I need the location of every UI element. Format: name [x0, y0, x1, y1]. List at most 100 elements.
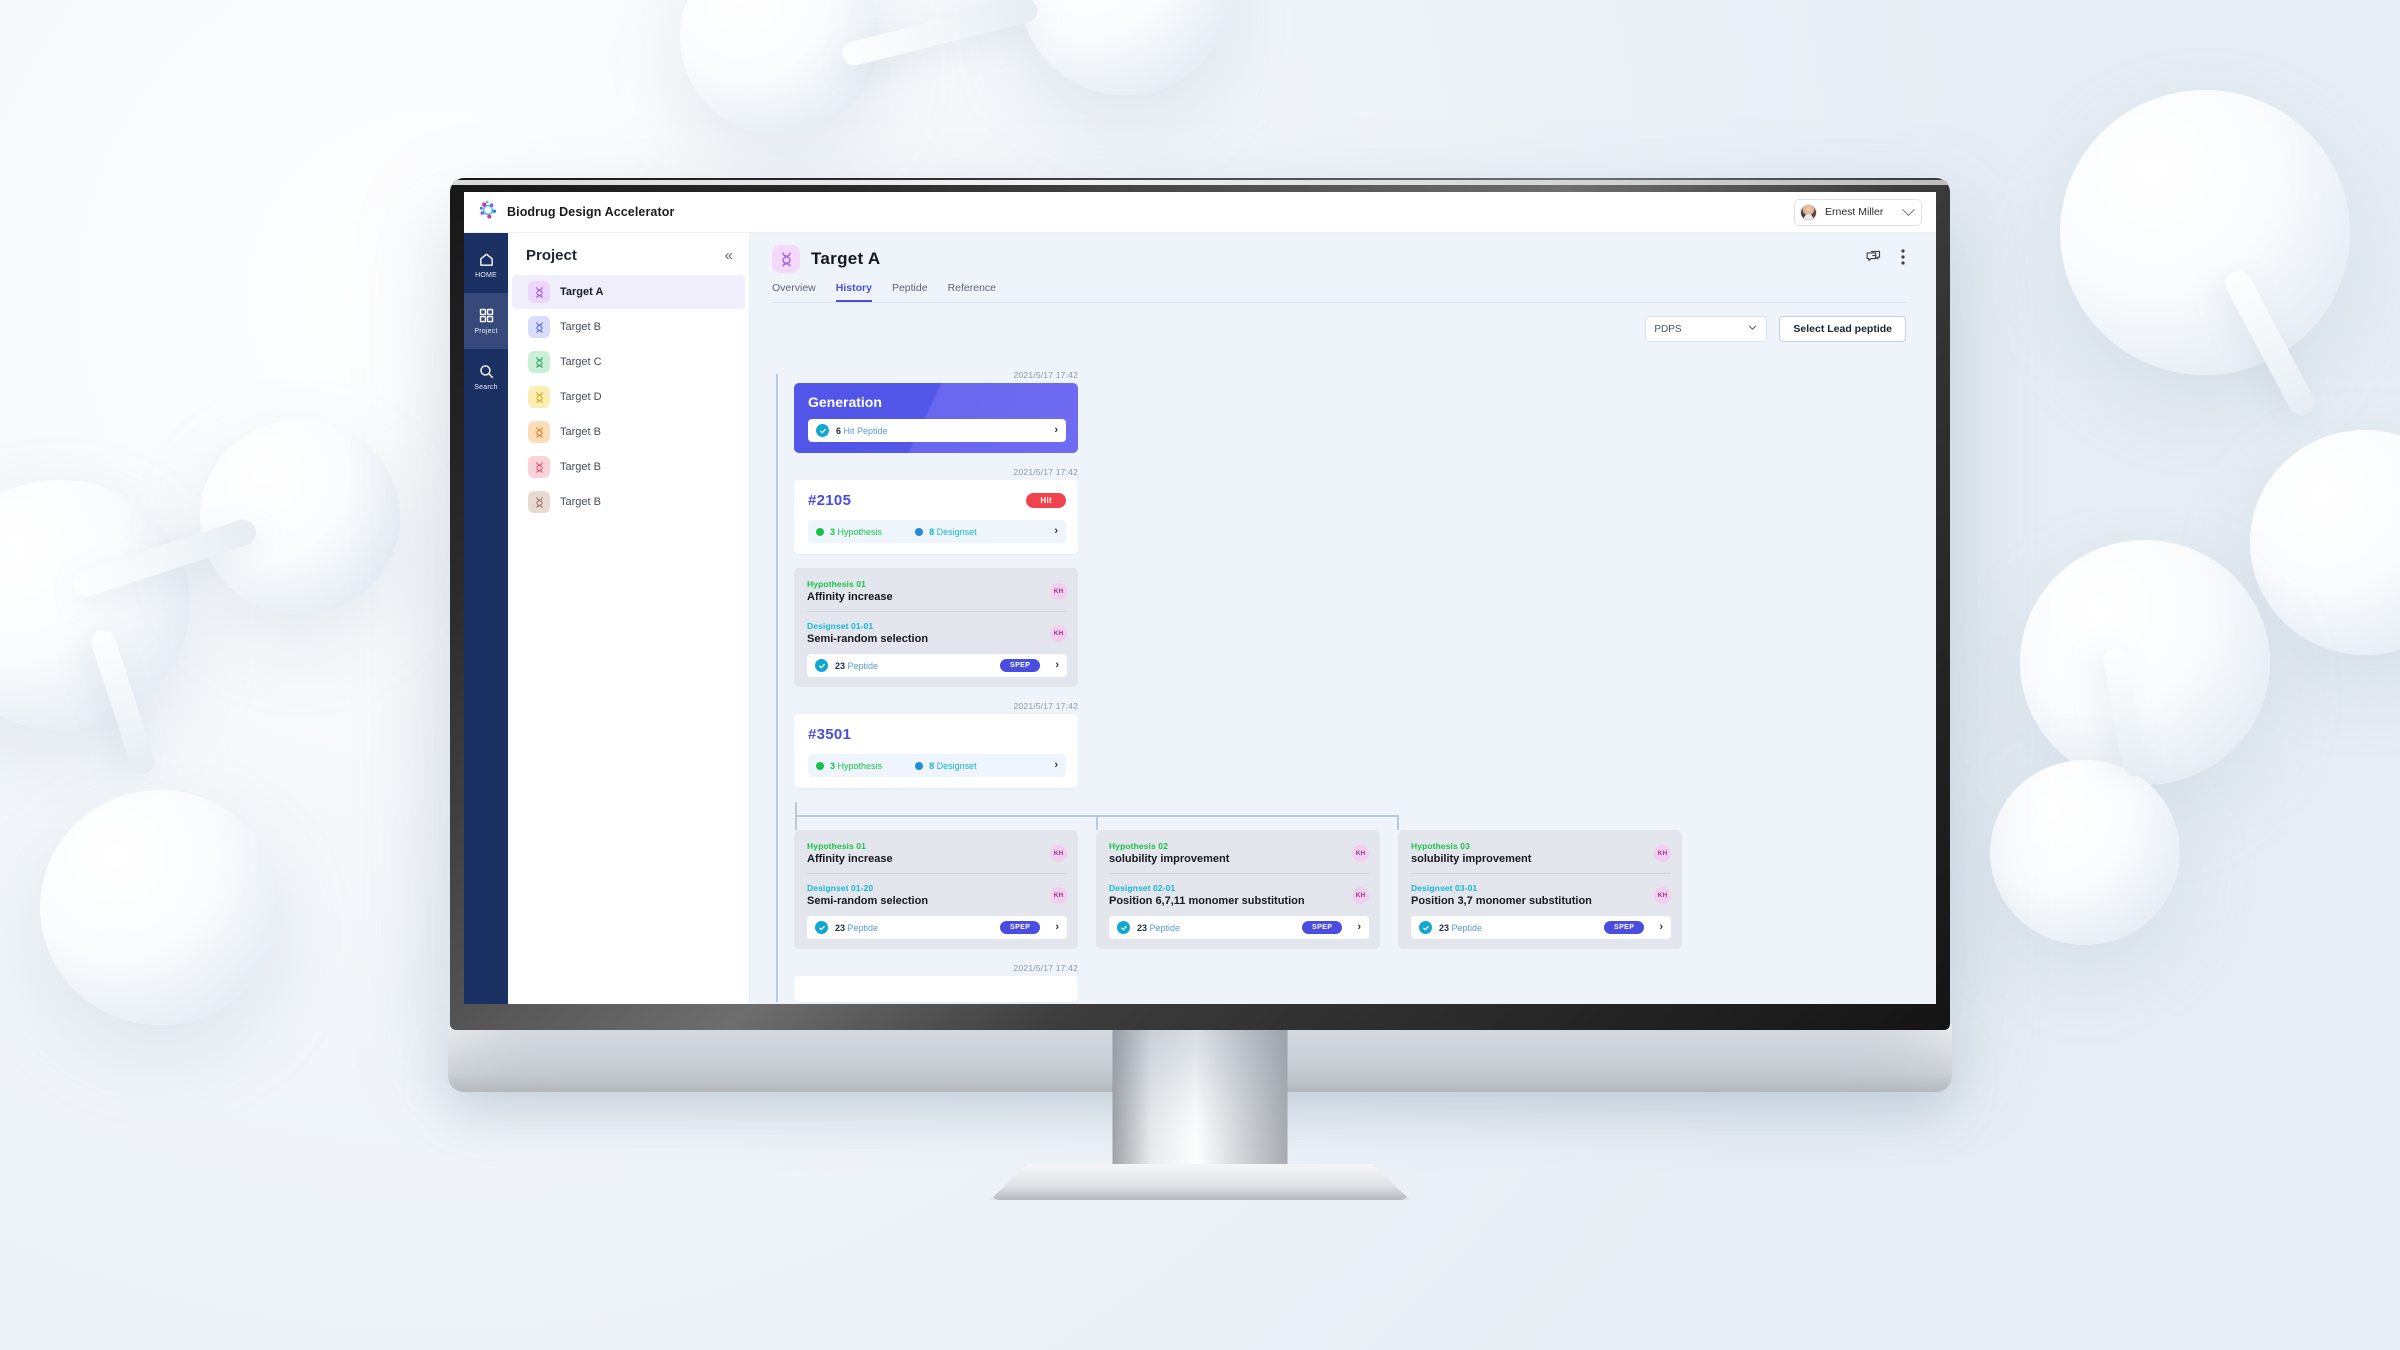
peptide-summary-row[interactable]: 23 Peptide SPEP ›: [807, 654, 1067, 677]
method-badge: SPEP: [1000, 921, 1041, 934]
peptide-count-label: 23 Peptide: [1439, 922, 1483, 933]
project-list-item-label: Target C: [560, 356, 602, 368]
check-circle-icon: [816, 424, 829, 437]
comments-icon[interactable]: [1865, 249, 1882, 271]
project-list: Target A Target B Target C Target D Targ…: [508, 274, 749, 520]
background-molecule-sphere: [2020, 540, 2270, 785]
project-list-item[interactable]: Target B: [512, 415, 745, 449]
hypothesis-kicker: Hypothesis 03: [1411, 841, 1470, 851]
designset-kicker: Designset 02-01: [1109, 883, 1176, 893]
history-timeline-scroll[interactable]: 2021/5/17 17:42 Generation 6 Hit Peptide…: [750, 342, 1936, 1004]
project-list-item[interactable]: Target B: [512, 450, 745, 484]
user-menu[interactable]: Ernest Miller: [1794, 198, 1922, 226]
tab-peptide[interactable]: Peptide: [892, 282, 928, 302]
tab-history[interactable]: History: [835, 282, 872, 302]
timeline-node-generation: 2021/5/17 17:42 Generation 6 Hit Peptide…: [794, 370, 1078, 453]
method-badge: SPEP: [1604, 921, 1645, 934]
tab-overview[interactable]: Overview: [772, 282, 816, 302]
run-card[interactable]: #3501 3 Hypothesis 8 Designset ›: [794, 714, 1078, 788]
hypothesis-card[interactable]: Hypothesis 03 solubility improvement KH …: [1398, 830, 1682, 949]
select-lead-peptide-button[interactable]: Select Lead peptide: [1779, 316, 1906, 342]
project-list-item[interactable]: Target D: [512, 380, 745, 414]
designset-block[interactable]: Designset 02-01 Position 6,7,11 monomer …: [1109, 883, 1369, 907]
hypothesis-stat: 3 Hypothesis: [816, 761, 882, 771]
hypothesis-block[interactable]: Hypothesis 01 Affinity increase KH: [807, 841, 1067, 865]
run-stats-row[interactable]: 3 Hypothesis 8 Designset ›: [808, 520, 1066, 543]
chevron-right-icon[interactable]: ›: [1659, 922, 1663, 933]
monitor: Biodrug Design Accelerator Ernest Miller: [448, 178, 1952, 1200]
nav-rail-item-project[interactable]: Project: [464, 293, 508, 349]
chevron-right-icon[interactable]: ›: [1357, 922, 1361, 933]
timestamp: 2021/5/17 17:42: [1013, 467, 1078, 477]
designset-name: Position 6,7,11 monomer substitution: [1109, 895, 1305, 907]
hypothesis-block[interactable]: Hypothesis 03 solubility improvement KH: [1411, 841, 1671, 865]
dna-icon: [535, 496, 543, 508]
run-card[interactable]: #2105 Hit 3 Hypothesis 8 Designset ›: [794, 480, 1078, 554]
project-list-item[interactable]: Target B: [512, 310, 745, 344]
monitor-stand-neck: [1112, 1030, 1288, 1182]
check-circle-icon: [1117, 921, 1130, 934]
hypothesis-kicker: Hypothesis 02: [1109, 841, 1168, 851]
hypothesis-name: Affinity increase: [807, 853, 893, 865]
more-vertical-icon[interactable]: [1900, 248, 1906, 271]
project-list-item[interactable]: Target B: [512, 485, 745, 519]
tab-reference[interactable]: Reference: [948, 282, 996, 302]
project-list-item-label: Target B: [560, 496, 601, 508]
timestamp: 2021/5/17 17:42: [1013, 963, 1078, 973]
run-stats-row[interactable]: 3 Hypothesis 8 Designset ›: [808, 754, 1066, 777]
owner-avatar: KH: [1050, 624, 1067, 642]
nav-rail-label: Project: [474, 328, 498, 335]
chevron-right-icon[interactable]: ›: [1054, 425, 1058, 436]
project-list-item-label: Target B: [560, 461, 601, 473]
hypothesis-name: solubility improvement: [1109, 853, 1230, 865]
designset-block[interactable]: Designset 01-01 Semi-random selection KH: [807, 621, 1067, 645]
hypothesis-block[interactable]: Hypothesis 01 Affinity increase KH: [807, 579, 1067, 603]
designset-block[interactable]: Designset 01-20 Semi-random selection KH: [807, 883, 1067, 907]
chevron-right-icon[interactable]: ›: [1055, 660, 1059, 671]
chevron-right-icon[interactable]: ›: [1055, 922, 1059, 933]
molecule-logo-icon: [478, 200, 498, 225]
timeline-body: 2021/5/17 17:42 Generation 6 Hit Peptide…: [772, 356, 1936, 1002]
project-list-item[interactable]: Target C: [512, 345, 745, 379]
project-sidebar: Project « Target A Target B Target C Tar…: [508, 233, 750, 1004]
run-number: #3501: [808, 726, 852, 743]
background-molecule-sphere: [40, 790, 280, 1025]
owner-avatar: KH: [1654, 886, 1671, 904]
designset-block[interactable]: Designset 03-01 Position 3,7 monomer sub…: [1411, 883, 1671, 907]
hypothesis-block[interactable]: Hypothesis 02 solubility improvement KH: [1109, 841, 1369, 865]
nav-rail: HOME Project Search: [464, 233, 508, 1004]
hypothesis-name: solubility improvement: [1411, 853, 1532, 865]
app-body: HOME Project Search Project « Target A T…: [464, 233, 1936, 1004]
green-dot-icon: [816, 527, 824, 536]
project-list-item[interactable]: Target A: [512, 275, 745, 309]
hypothesis-card[interactable]: Hypothesis 02 solubility improvement KH …: [1096, 830, 1380, 949]
algorithm-select[interactable]: PDPS: [1645, 316, 1768, 342]
hit-peptide-label: 6 Hit Peptide: [836, 425, 888, 436]
main-content: Target A Overview History Peptide Refere…: [750, 233, 1936, 1004]
peptide-summary-row[interactable]: 23 Peptide SPEP ›: [1109, 916, 1369, 939]
project-swatch-icon: [528, 456, 550, 478]
divider: [1411, 873, 1671, 874]
next-run-card[interactable]: [794, 976, 1078, 1002]
chevron-right-icon[interactable]: ›: [1054, 760, 1058, 771]
hypothesis-kicker: Hypothesis 01: [807, 579, 866, 589]
peptide-summary-row[interactable]: 23 Peptide SPEP ›: [1411, 916, 1671, 939]
project-list-item-label: Target B: [560, 426, 601, 438]
peptide-count-label: 23 Peptide: [835, 922, 879, 933]
background-molecule-sphere: [680, 0, 880, 135]
nav-rail-item-home[interactable]: HOME: [464, 237, 508, 293]
hit-peptide-row[interactable]: 6 Hit Peptide ›: [808, 419, 1066, 442]
select-lead-peptide-label: Select Lead peptide: [1793, 323, 1892, 335]
chevron-right-icon[interactable]: ›: [1054, 526, 1058, 537]
chevrons-left-icon[interactable]: «: [725, 248, 733, 263]
generation-card[interactable]: Generation 6 Hit Peptide ›: [794, 383, 1078, 453]
hypothesis-card[interactable]: Hypothesis 01 Affinity increase KH Desig…: [794, 568, 1078, 687]
chevron-down-icon: [1902, 202, 1915, 216]
nav-rail-item-search[interactable]: Search: [464, 349, 508, 405]
hypothesis-card[interactable]: Hypothesis 01 Affinity increase KH Desig…: [794, 830, 1078, 949]
history-toolbar: PDPS Select Lead peptide: [750, 303, 1936, 342]
project-swatch-icon: [528, 421, 550, 443]
peptide-summary-row[interactable]: 23 Peptide SPEP ›: [807, 916, 1067, 939]
check-circle-icon: [815, 921, 828, 934]
history-timeline: 2021/5/17 17:42 Generation 6 Hit Peptide…: [750, 356, 1936, 1002]
